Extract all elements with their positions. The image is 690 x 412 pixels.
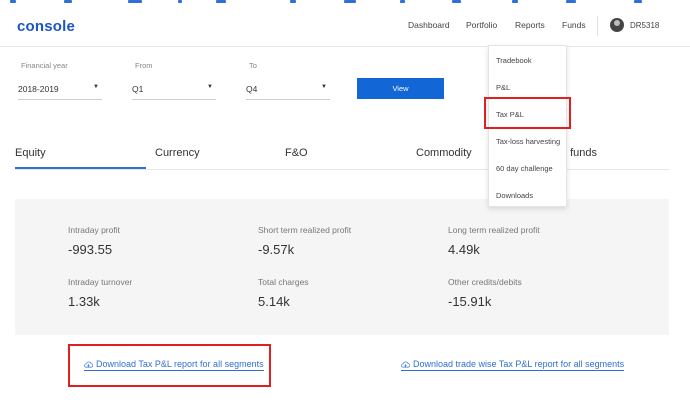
intraday-turnover-value: 1.33k bbox=[68, 294, 100, 309]
tab-commodity[interactable]: Commodity bbox=[416, 147, 472, 159]
menu-item-downloads[interactable]: Downloads bbox=[496, 191, 533, 200]
to-select[interactable]: Q4 ▼ bbox=[246, 80, 330, 100]
total-charges-value: 5.14k bbox=[258, 294, 290, 309]
nav-reports[interactable]: Reports bbox=[515, 20, 545, 30]
avatar[interactable] bbox=[610, 18, 624, 32]
nav-separator bbox=[597, 16, 598, 36]
to-value: Q4 bbox=[246, 84, 257, 94]
financial-year-label: Financial year bbox=[21, 61, 68, 70]
short-term-label: Short term realized profit bbox=[258, 225, 351, 235]
tab-equity[interactable]: Equity bbox=[15, 147, 46, 159]
highlight-box-tax-pnl bbox=[484, 97, 571, 129]
nav-portfolio[interactable]: Portfolio bbox=[466, 20, 497, 30]
download-trade-wise-tax-pnl-link[interactable]: Download trade wise Tax P&L report for a… bbox=[401, 359, 624, 371]
console-logo[interactable]: console bbox=[17, 18, 75, 35]
view-button[interactable]: View bbox=[357, 78, 444, 99]
tabs-divider bbox=[15, 169, 669, 170]
tab-fno[interactable]: F&O bbox=[285, 147, 308, 159]
intraday-profit-value: -993.55 bbox=[68, 242, 112, 257]
other-credits-value: -15.91k bbox=[448, 294, 491, 309]
from-value: Q1 bbox=[132, 84, 143, 94]
long-term-label: Long term realized profit bbox=[448, 225, 540, 235]
menu-item-pnl[interactable]: P&L bbox=[496, 83, 510, 92]
total-charges-label: Total charges bbox=[258, 277, 309, 287]
from-select[interactable]: Q1 ▼ bbox=[132, 80, 216, 100]
financial-year-select[interactable]: 2018-2019 ▼ bbox=[18, 80, 102, 100]
summary-panel: Intraday profit -993.55 Short term reali… bbox=[15, 199, 669, 335]
long-term-value: 4.49k bbox=[448, 242, 480, 257]
short-term-value: -9.57k bbox=[258, 242, 294, 257]
highlight-box-download bbox=[68, 344, 271, 387]
nav-dashboard[interactable]: Dashboard bbox=[408, 20, 450, 30]
cloud-download-icon bbox=[401, 361, 410, 368]
menu-item-tax-loss-harvesting[interactable]: Tax-loss harvesting bbox=[496, 137, 560, 146]
menu-item-tradebook[interactable]: Tradebook bbox=[496, 56, 532, 65]
intraday-turnover-label: Intraday turnover bbox=[68, 277, 132, 287]
financial-year-value: 2018-2019 bbox=[18, 84, 59, 94]
nav-funds[interactable]: Funds bbox=[562, 20, 586, 30]
tab-currency[interactable]: Currency bbox=[155, 147, 200, 159]
chevron-down-icon: ▼ bbox=[93, 84, 99, 90]
other-credits-label: Other credits/debits bbox=[448, 277, 522, 287]
user-id[interactable]: DR5318 bbox=[630, 21, 659, 30]
from-label: From bbox=[135, 61, 153, 70]
intraday-profit-label: Intraday profit bbox=[68, 225, 120, 235]
chevron-down-icon: ▼ bbox=[207, 84, 213, 90]
menu-item-60-day-challenge[interactable]: 60 day challenge bbox=[496, 164, 553, 173]
chevron-down-icon: ▼ bbox=[321, 84, 327, 90]
download-trade-wise-tax-pnl-label: Download trade wise Tax P&L report for a… bbox=[413, 359, 624, 369]
to-label: To bbox=[249, 61, 257, 70]
top-header: console Dashboard Portfolio Reports Fund… bbox=[0, 5, 690, 47]
